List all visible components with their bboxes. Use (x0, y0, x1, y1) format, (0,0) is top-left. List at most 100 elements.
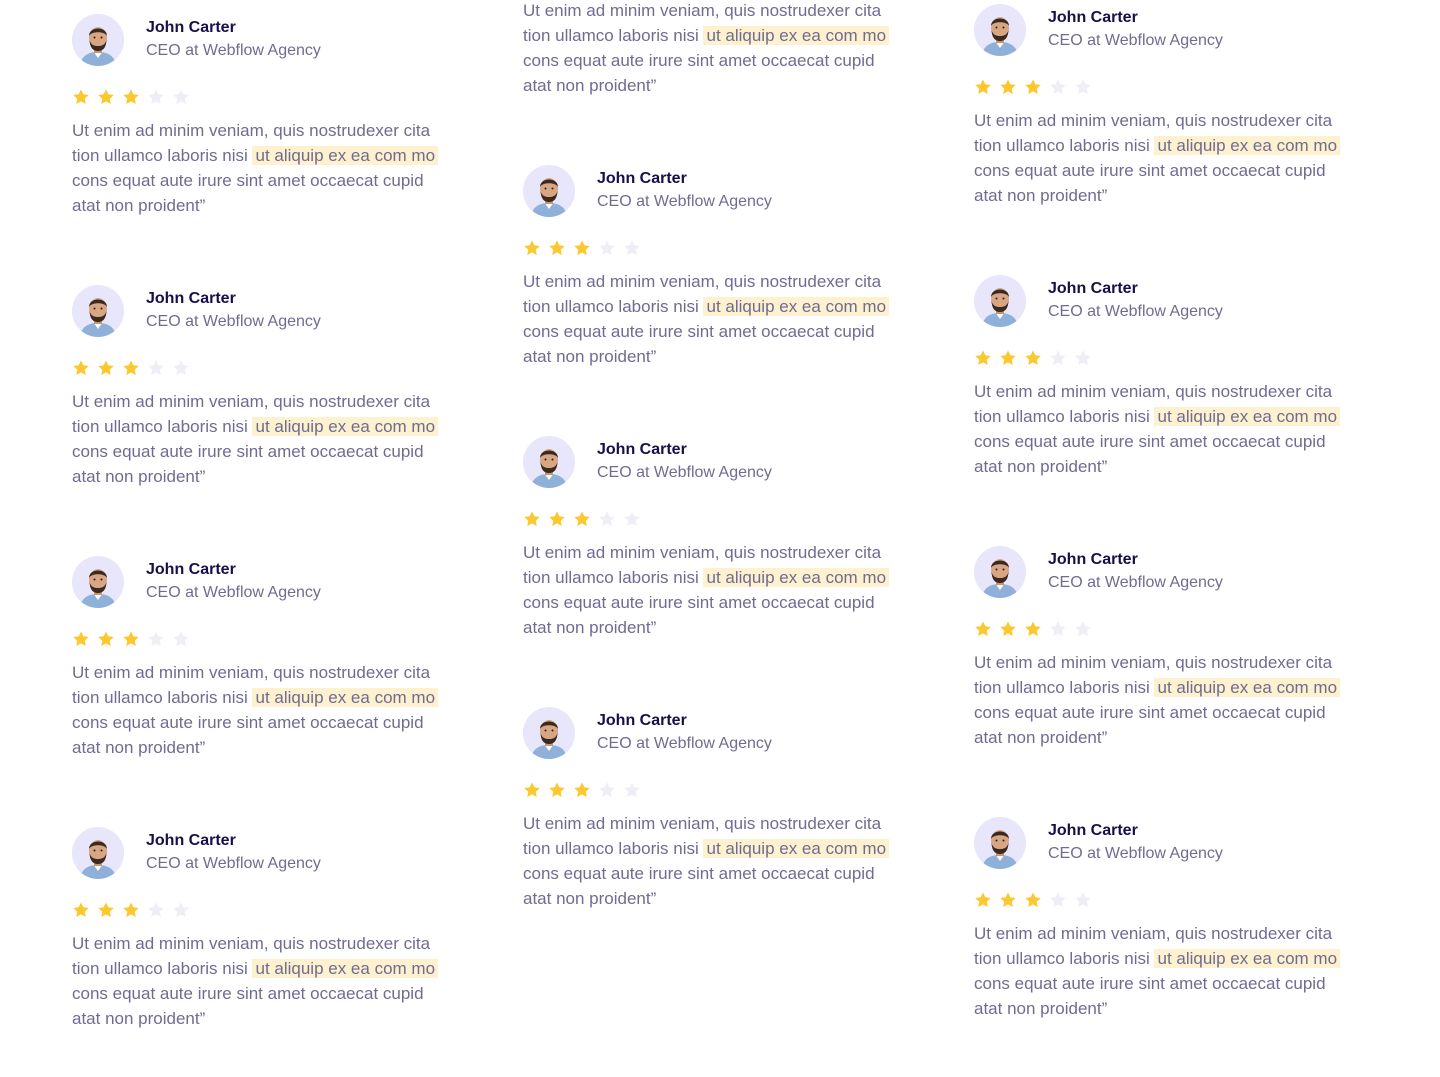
star-icon-empty (1050, 79, 1066, 95)
star-icon-filled (524, 782, 540, 798)
author-name: John Carter (146, 832, 236, 849)
quote-line: Ut enim ad minim veniam, quis nostrudexe… (974, 382, 1333, 401)
author-name: John Carter (146, 561, 236, 578)
testimonial-author: John Carter CEO at Webflow Agency (523, 436, 923, 488)
avatar-icon (974, 4, 1026, 56)
star-icon-empty (624, 240, 640, 256)
testimonial-card: John Carter CEO at Webflow Agency Ut eni… (523, 0, 923, 144)
author-name: John Carter (597, 170, 687, 187)
testimonial-quote: Ut enim ad minim veniam, quis nostrudexe… (974, 650, 1374, 750)
quote-text: tion ullamco laboris nisi (72, 146, 248, 165)
quote-line: tion ullamco laboris nisi ut aliquip ex … (523, 836, 923, 861)
testimonial-card: John Carter CEO at Webflow Agency Ut eni… (72, 14, 472, 264)
testimonial-card: John Carter CEO at Webflow Agency Ut eni… (72, 827, 472, 1077)
quote-line: Ut enim ad minim veniam, quis nostrudexe… (72, 934, 431, 953)
author-role: CEO at Webflow Agency (146, 42, 321, 59)
author-role: CEO at Webflow Agency (146, 855, 321, 872)
star-icon-filled (549, 782, 565, 798)
quote-text: tion ullamco laboris nisi (523, 568, 699, 587)
quote-line: Ut enim ad minim veniam, quis nostrudexe… (974, 653, 1333, 672)
quote-line: cons equat aute irure sint amet occaecat… (523, 322, 875, 341)
author-name: John Carter (597, 712, 687, 729)
quote-line: tion ullamco laboris nisi ut aliquip ex … (974, 133, 1374, 158)
quote-highlight: ut aliquip ex ea com mo (252, 417, 439, 436)
star-icon-filled (98, 631, 114, 647)
star-rating (523, 239, 653, 259)
star-icon-filled (975, 892, 991, 908)
testimonial-card: John Carter CEO at Webflow Agency Ut eni… (523, 707, 923, 957)
star-rating (523, 510, 653, 530)
star-icon-empty (1075, 79, 1091, 95)
quote-line: tion ullamco laboris nisi ut aliquip ex … (974, 675, 1374, 700)
testimonial-card: John Carter CEO at Webflow Agency Ut eni… (974, 275, 1374, 525)
quote-highlight: ut aliquip ex ea com mo (252, 146, 439, 165)
quote-line: tion ullamco laboris nisi ut aliquip ex … (72, 414, 472, 439)
star-icon-filled (123, 89, 139, 105)
star-rating (72, 901, 202, 921)
quote-highlight: ut aliquip ex ea com mo (252, 959, 439, 978)
quote-line: cons equat aute irure sint amet occaecat… (72, 984, 424, 1003)
star-icon-filled (123, 631, 139, 647)
quote-text: tion ullamco laboris nisi (72, 959, 248, 978)
testimonial-quote: Ut enim ad minim veniam, quis nostrudexe… (523, 269, 923, 369)
star-icon-filled (73, 360, 89, 376)
testimonial-card: John Carter CEO at Webflow Agency Ut eni… (72, 556, 472, 806)
quote-highlight: ut aliquip ex ea com mo (252, 688, 439, 707)
star-rating (974, 349, 1104, 369)
author-role: CEO at Webflow Agency (146, 584, 321, 601)
star-icon-filled (1000, 79, 1016, 95)
testimonial-card: John Carter CEO at Webflow Agency Ut eni… (974, 4, 1374, 254)
star-icon-empty (624, 782, 640, 798)
quote-text: tion ullamco laboris nisi (523, 297, 699, 316)
testimonial-author: John Carter CEO at Webflow Agency (523, 707, 923, 759)
testimonial-quote: Ut enim ad minim veniam, quis nostrudexe… (523, 811, 923, 911)
star-icon-filled (574, 782, 590, 798)
quote-text: tion ullamco laboris nisi (72, 688, 248, 707)
star-rating (72, 630, 202, 650)
quote-line: cons equat aute irure sint amet occaecat… (974, 974, 1326, 993)
quote-text: tion ullamco laboris nisi (974, 678, 1150, 697)
star-icon-empty (1075, 350, 1091, 366)
quote-line: Ut enim ad minim veniam, quis nostrudexe… (72, 392, 431, 411)
quote-line: cons equat aute irure sint amet occaecat… (72, 442, 424, 461)
star-icon-empty (599, 782, 615, 798)
testimonial-author: John Carter CEO at Webflow Agency (523, 165, 923, 217)
star-icon-filled (574, 240, 590, 256)
quote-highlight: ut aliquip ex ea com mo (1154, 678, 1341, 697)
quote-line: cons equat aute irure sint amet occaecat… (974, 161, 1326, 180)
avatar-icon (72, 556, 124, 608)
quote-highlight: ut aliquip ex ea com mo (703, 568, 890, 587)
star-icon-filled (98, 89, 114, 105)
author-name: John Carter (1048, 822, 1138, 839)
quote-line: Ut enim ad minim veniam, quis nostrudexe… (72, 121, 431, 140)
star-icon-filled (1025, 621, 1041, 637)
avatar-icon (974, 546, 1026, 598)
avatar-icon (523, 165, 575, 217)
quote-line: atat non proident” (974, 457, 1108, 476)
quote-line: atat non proident” (974, 999, 1108, 1018)
star-icon-filled (975, 621, 991, 637)
testimonial-author: John Carter CEO at Webflow Agency (72, 285, 472, 337)
author-role: CEO at Webflow Agency (146, 313, 321, 330)
star-rating (72, 359, 202, 379)
star-icon-filled (975, 79, 991, 95)
star-icon-empty (148, 89, 164, 105)
star-icon-empty (1075, 621, 1091, 637)
star-icon-empty (599, 511, 615, 527)
quote-line: Ut enim ad minim veniam, quis nostrudexe… (523, 814, 882, 833)
avatar-icon (72, 827, 124, 879)
star-icon-filled (1025, 350, 1041, 366)
quote-line: atat non proident” (523, 889, 657, 908)
quote-highlight: ut aliquip ex ea com mo (1154, 407, 1341, 426)
star-rating (523, 781, 653, 801)
star-icon-filled (574, 511, 590, 527)
avatar-icon (72, 14, 124, 66)
testimonial-author: John Carter CEO at Webflow Agency (974, 4, 1374, 56)
star-rating (974, 78, 1104, 98)
testimonial-card: John Carter CEO at Webflow Agency Ut eni… (72, 285, 472, 535)
quote-line: atat non proident” (523, 347, 657, 366)
avatar-icon (523, 436, 575, 488)
author-name: John Carter (597, 441, 687, 458)
testimonial-quote: Ut enim ad minim veniam, quis nostrudexe… (974, 379, 1374, 479)
star-icon-filled (73, 89, 89, 105)
